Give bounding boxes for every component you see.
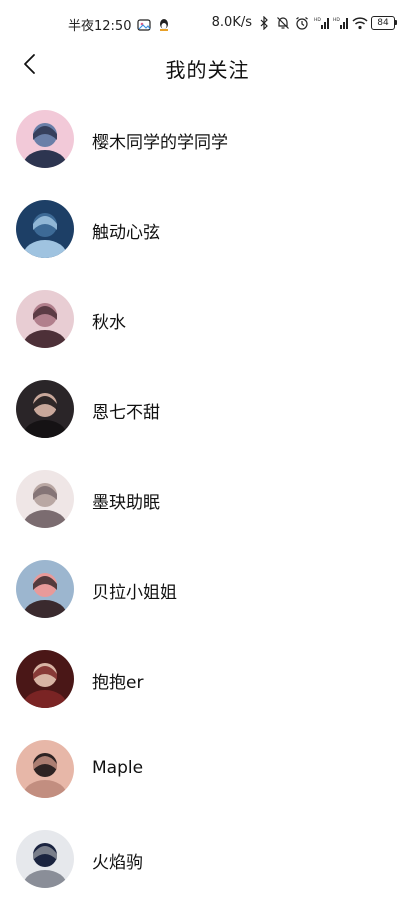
list-item[interactable]: 触动心弦 (0, 185, 415, 275)
avatar-image (16, 830, 74, 888)
username: 抱抱er (92, 673, 144, 693)
page-title: 我的关注 (165, 58, 250, 82)
network-speed: 8.0K/s (211, 15, 252, 30)
list-item[interactable]: Maple (0, 725, 415, 815)
wifi-icon (352, 16, 368, 30)
avatar-image (16, 290, 74, 348)
mute-icon (276, 16, 290, 30)
avatar-image (16, 740, 74, 798)
avatar-image (16, 110, 74, 168)
avatar-image (16, 560, 74, 618)
status-right: 8.0K/s HD HD 84 (211, 15, 397, 30)
avatar[interactable] (16, 110, 74, 168)
username: 墨玦助眠 (92, 493, 160, 513)
list-item[interactable]: 墨玦助眠 (0, 455, 415, 545)
avatar[interactable] (16, 740, 74, 798)
avatar[interactable] (16, 200, 74, 258)
username: 火焰驹 (92, 853, 143, 873)
header: 我的关注 (0, 46, 415, 86)
svg-text:HD: HD (333, 17, 340, 23)
picture-icon (137, 18, 152, 32)
username: Maple (92, 758, 144, 778)
username: 触动心弦 (92, 223, 160, 243)
username: 贝拉小姐姐 (92, 583, 177, 603)
signal-hd-icon: HD (333, 16, 348, 30)
battery-level: 84 (377, 17, 389, 28)
qq-icon (157, 18, 171, 32)
svg-text:HD: HD (314, 17, 321, 23)
username: 恩七不甜 (92, 403, 160, 423)
list-item[interactable]: 恩七不甜 (0, 365, 415, 455)
list-item[interactable]: 樱木同学的学同学 (0, 95, 415, 185)
list-item[interactable]: 贝拉小姐姐 (0, 545, 415, 635)
status-time: 半夜12:50 (68, 19, 132, 34)
bluetooth-icon (257, 15, 271, 30)
avatar[interactable] (16, 560, 74, 618)
battery-icon: 84 (371, 15, 397, 30)
list-item[interactable]: 秋水 (0, 275, 415, 365)
username: 秋水 (92, 313, 126, 333)
avatar[interactable] (16, 470, 74, 528)
following-screen: 半夜12:50 8.0K/s HD HD 84 我的关注 樱木同学的学同学 触动… (0, 0, 415, 900)
avatar[interactable] (16, 380, 74, 438)
alarm-icon (295, 16, 309, 30)
avatar[interactable] (16, 830, 74, 888)
list-item[interactable]: 火焰驹 (0, 815, 415, 900)
signal-hd-icon: HD (314, 16, 329, 30)
list-item[interactable]: 抱抱er (0, 635, 415, 725)
avatar-image (16, 200, 74, 258)
avatar[interactable] (16, 650, 74, 708)
avatar-image (16, 470, 74, 528)
avatar-image (16, 650, 74, 708)
status-left: 半夜12:50 (68, 15, 171, 34)
status-bar: 半夜12:50 8.0K/s HD HD 84 (0, 0, 415, 46)
follow-list: 樱木同学的学同学 触动心弦 秋水 恩七不甜 墨玦助眠 贝拉小姐姐 抱抱er Ma… (0, 95, 415, 900)
avatar[interactable] (16, 290, 74, 348)
username: 樱木同学的学同学 (92, 133, 228, 153)
avatar-image (16, 380, 74, 438)
